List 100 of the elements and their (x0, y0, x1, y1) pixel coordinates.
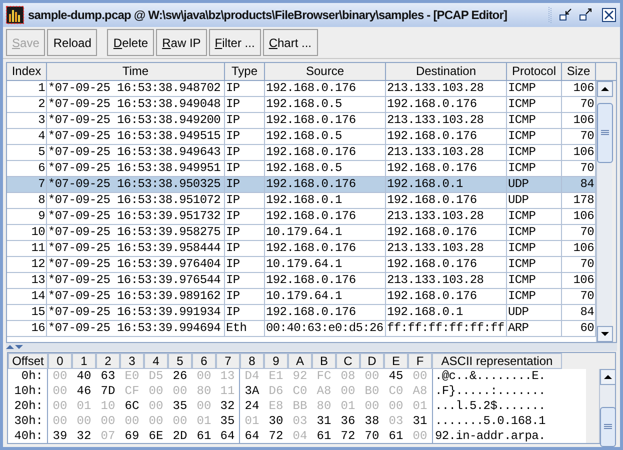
hex-byte: 26 (172, 369, 188, 384)
column-header[interactable]: 2 (96, 353, 120, 369)
column-header[interactable]: 6 (192, 353, 216, 369)
minimize-icon[interactable] (557, 7, 573, 23)
hex-byte: 00 (172, 384, 188, 399)
packet-row[interactable]: 5 *07-09-25 16:53:38.949643 IP 192.168.0.176 213.133.103.28 ICMP 106 (7, 145, 596, 161)
column-header[interactable]: Size (562, 63, 596, 81)
table-cell: 00:40:63:e0:d5:26 (265, 321, 386, 337)
ascii-cell: 92.in-addr.arpa. (432, 429, 562, 444)
offset-cell: 10h: (8, 384, 48, 399)
toolbar-button[interactable]: Chart ... (262, 29, 318, 56)
hex-byte: 13 (216, 369, 240, 384)
hex-byte: 69 (124, 429, 140, 444)
packet-row[interactable]: 16 *07-09-25 16:53:39.994694 Eth 00:40:63:e0:d5:26 ff:ff:ff:ff:ff:ff ARP 60 (7, 321, 596, 337)
packet-row[interactable]: 3 *07-09-25 16:53:38.949200 IP 192.168.0.176 213.133.103.28 ICMP 106 (7, 113, 596, 129)
column-header[interactable]: 1 (72, 353, 96, 369)
hex-byte: 45 (388, 369, 404, 384)
hex-byte: 40 (76, 369, 92, 384)
packet-row[interactable]: 4 *07-09-25 16:53:38.949515 IP 192.168.0.5 192.168.0.176 ICMP 70 (7, 129, 596, 145)
scroll-up-icon[interactable] (600, 369, 616, 385)
column-header[interactable]: D (360, 353, 384, 369)
packet-row[interactable]: 7 *07-09-25 16:53:38.950325 IP 192.168.0.176 192.168.0.1 UDP 84 (7, 177, 596, 193)
offset-cell: 0h: (8, 369, 48, 384)
toolbar-button[interactable]: Reload (47, 29, 98, 56)
hex-byte: E8 (268, 399, 284, 414)
hex-byte: 00 (412, 369, 428, 384)
column-header[interactable]: E (384, 353, 408, 369)
hex-byte: 35 (216, 414, 240, 429)
packet-row[interactable]: 10 *07-09-25 16:53:39.958275 IP 10.179.64.1 192.168.0.176 ICMP 70 (7, 225, 596, 241)
table-cell: 16 (7, 321, 47, 337)
hex-byte: C0 (388, 384, 404, 399)
hex-byte: 61 (316, 429, 332, 444)
hex-byte: 00 (364, 399, 380, 414)
column-header[interactable]: Offset (8, 353, 48, 369)
hex-byte: 24 (244, 399, 260, 414)
packet-row[interactable]: 8 *07-09-25 16:53:38.951072 IP 192.168.0.1 192.168.0.176 UDP 178 (7, 193, 596, 209)
hex-byte: 04 (292, 429, 308, 444)
hex-byte: 6C (124, 399, 140, 414)
hex-byte: FC (316, 369, 332, 384)
toolbar-button[interactable]: Delete (107, 29, 154, 56)
scroll-up-icon[interactable] (597, 81, 613, 97)
packet-row[interactable]: 9 *07-09-25 16:53:39.951732 IP 192.168.0.176 213.133.103.28 ICMP 106 (7, 209, 596, 225)
vertical-scrollbar[interactable] (596, 81, 612, 342)
packet-row[interactable]: 6 *07-09-25 16:53:38.949951 IP 192.168.0.5 192.168.0.176 ICMP 70 (7, 161, 596, 177)
column-header[interactable]: A (288, 353, 312, 369)
hex-byte: 00 (52, 399, 68, 414)
hex-byte: 00 (52, 384, 68, 399)
column-header[interactable]: 8 (240, 353, 264, 369)
hex-byte: D5 (148, 369, 164, 384)
packet-row[interactable]: 11 *07-09-25 16:53:39.958444 IP 192.168.0.176 213.133.103.28 ICMP 106 (7, 241, 596, 257)
packet-row[interactable]: 1 *07-09-25 16:53:38.948702 IP 192.168.0.176 213.133.103.28 ICMP 106 (7, 81, 596, 97)
hex-byte: 61 (388, 429, 404, 444)
column-header[interactable]: 0 (48, 353, 72, 369)
column-header[interactable]: ASCII representation (432, 353, 562, 369)
offset-cell: 20h: (8, 399, 48, 414)
hex-byte: 01 (196, 414, 212, 429)
column-header[interactable]: 5 (168, 353, 192, 369)
column-header[interactable]: 7 (216, 353, 240, 369)
hex-byte: 11 (216, 384, 240, 399)
hex-byte: 36 (340, 414, 356, 429)
packet-row[interactable]: 15 *07-09-25 16:53:39.991934 IP 192.168.0.176 192.168.0.1 UDP 84 (7, 305, 596, 321)
toolbar-button[interactable]: Filter ... (208, 29, 261, 56)
column-header[interactable]: Type (225, 63, 265, 81)
hex-byte: CF (124, 384, 140, 399)
column-header[interactable]: Protocol (507, 63, 562, 81)
scroll-thumb[interactable] (597, 103, 613, 163)
column-header[interactable]: 4 (144, 353, 168, 369)
column-header[interactable]: B (312, 353, 336, 369)
toolbar-button[interactable]: Raw IP (156, 29, 207, 56)
column-header[interactable]: 3 (120, 353, 144, 369)
scroll-down-icon[interactable] (597, 326, 613, 342)
column-header[interactable]: Source (265, 63, 386, 81)
grip-icon (548, 6, 553, 24)
hex-byte: E0 (124, 369, 140, 384)
column-header[interactable]: F (408, 353, 432, 369)
scroll-thumb[interactable] (600, 407, 616, 447)
hex-byte: D6 (268, 384, 284, 399)
packet-row[interactable]: 2 *07-09-25 16:53:38.949048 IP 192.168.0.5 192.168.0.176 ICMP 70 (7, 97, 596, 113)
column-header[interactable]: Time (47, 63, 225, 81)
column-header[interactable]: Destination (386, 63, 507, 81)
hex-byte: 46 (76, 384, 92, 399)
close-icon[interactable] (601, 7, 617, 23)
column-header[interactable]: Index (7, 63, 47, 81)
column-header[interactable]: 9 (264, 353, 288, 369)
hex-byte: 30 (268, 414, 284, 429)
hex-byte: 70 (364, 429, 380, 444)
hex-byte: 00 (52, 414, 68, 429)
hex-byte: 00 (196, 399, 212, 414)
hex-byte: 64 (216, 429, 240, 444)
column-header[interactable]: C (336, 353, 360, 369)
window-title: sample-dump.pcap @ W:\sw\java\bz\products\FileBrowser\binary\samples - [PCAP Editor] (28, 7, 508, 24)
hex-byte: 01 (244, 414, 260, 429)
bar-chart-icon (6, 6, 24, 24)
hex-byte: 01 (76, 399, 92, 414)
packet-row[interactable]: 12 *07-09-25 16:53:39.976404 IP 10.179.64.1 192.168.0.176 ICMP 70 (7, 257, 596, 273)
maximize-icon[interactable] (577, 7, 593, 23)
hex-byte: 35 (172, 399, 188, 414)
grip-icon (601, 130, 609, 136)
packet-row[interactable]: 14 *07-09-25 16:53:39.989162 IP 10.179.64.1 192.168.0.176 ICMP 70 (7, 289, 596, 305)
packet-row[interactable]: 13 *07-09-25 16:53:39.976544 IP 192.168.0.176 213.133.103.28 ICMP 106 (7, 273, 596, 289)
